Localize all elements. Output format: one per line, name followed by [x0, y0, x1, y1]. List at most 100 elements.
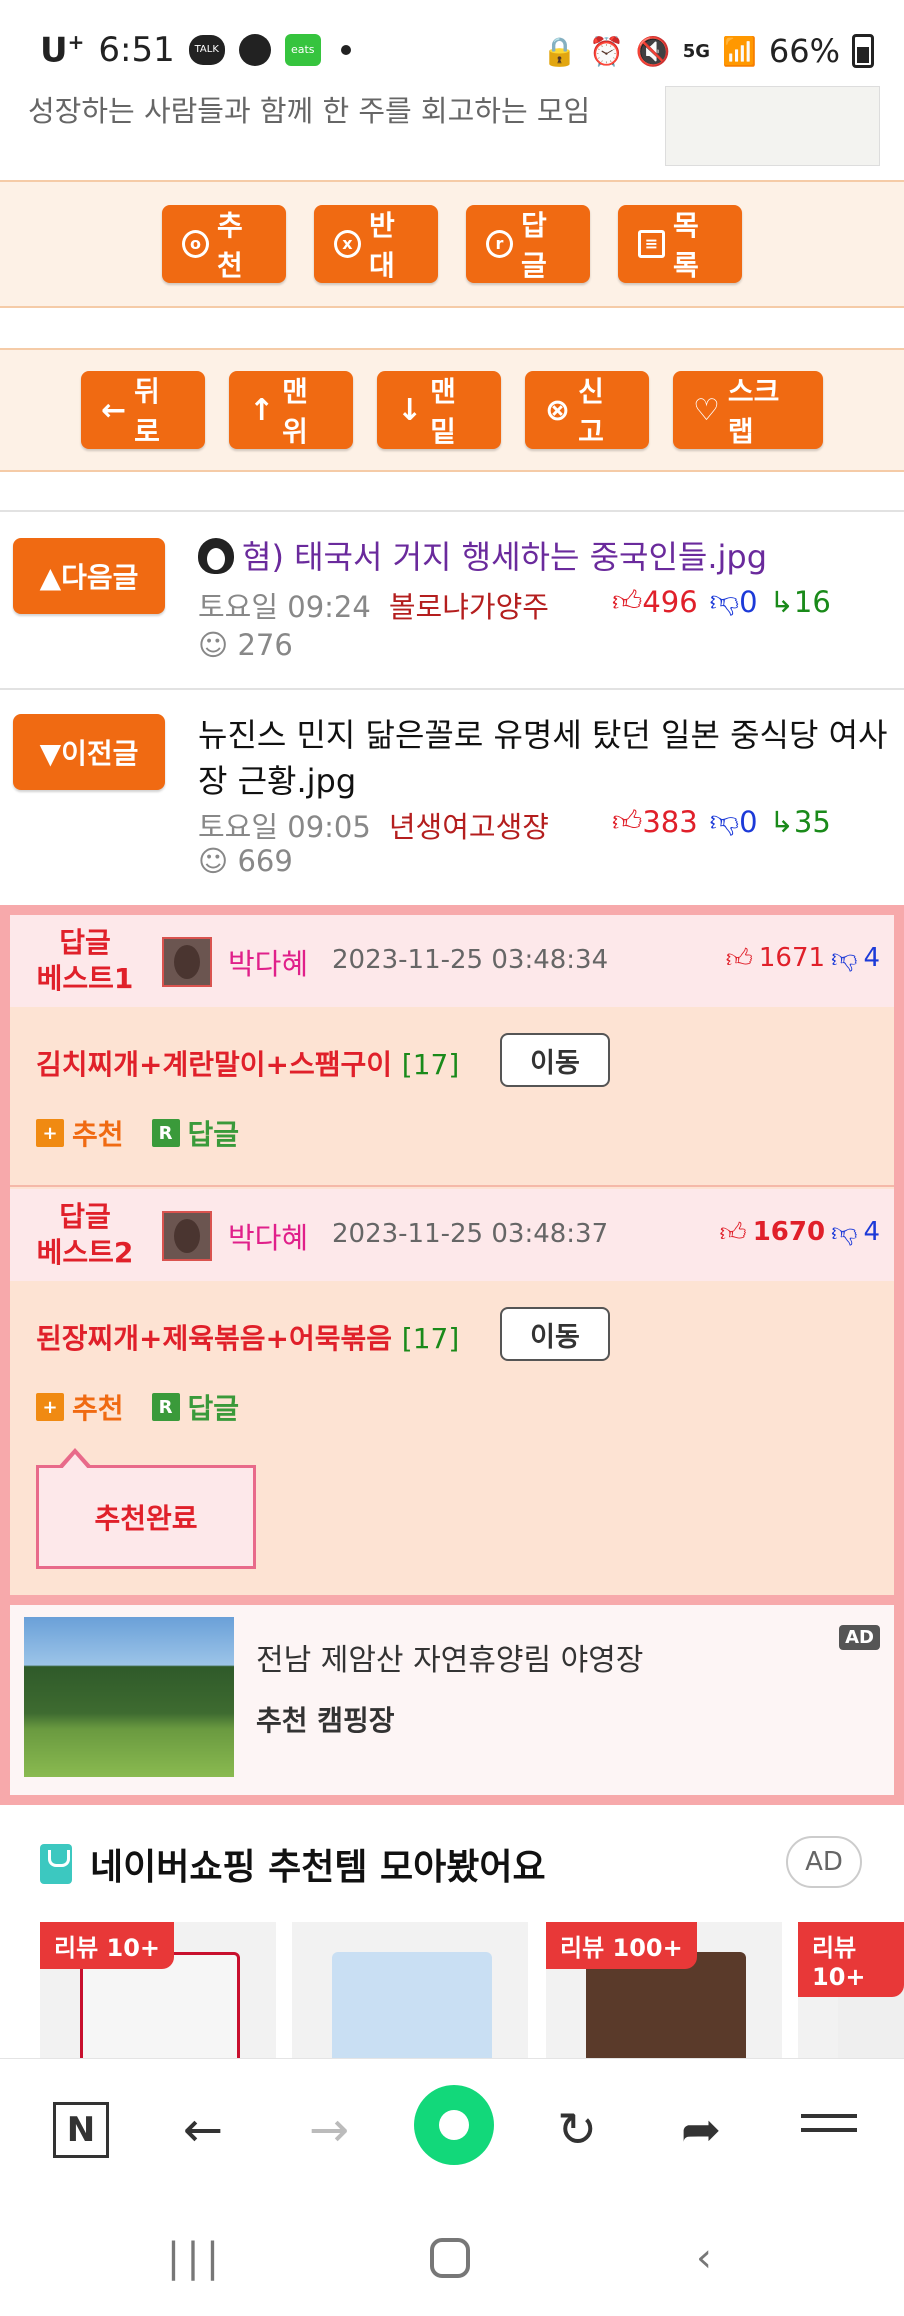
best-reply-1-count: [17] [401, 1048, 460, 1081]
best-label-line1: 답글 [59, 926, 111, 959]
best-reply-2-actions: + 추천 R 답글 [36, 1387, 239, 1427]
best-reply-2-upvotes: 1670 [752, 1217, 826, 1247]
prev-post-title[interactable]: 뉴진스 민지 닮은꼴로 유명세 탔던 일본 중식당 여사장 근황.jpg [198, 712, 888, 804]
views-icon: ☺ [198, 628, 238, 662]
ad-image[interactable] [24, 1617, 234, 1777]
best-reply-1-recommend[interactable]: + 추천 [36, 1113, 124, 1153]
recent-apps-icon: ||| [166, 2235, 226, 2281]
best-reply-1-author[interactable]: 박다혜 [228, 941, 308, 983]
best-reply-2-reply[interactable]: R 답글 [151, 1387, 239, 1427]
product-card[interactable]: 리뷰 100+ [546, 1922, 782, 2062]
reply-arrow-icon: ↳ [769, 584, 794, 619]
best-reply-1-reply[interactable]: R 답글 [151, 1113, 240, 1153]
product-card[interactable]: 리뷰 10+ [798, 1922, 904, 2062]
recommend-button[interactable]: o 추천 [162, 205, 286, 283]
app-notification-icon [238, 34, 271, 67]
browser-forward-button[interactable]: → [294, 2095, 364, 2165]
ad-card[interactable]: 전남 제암산 자연휴양림 야영장 추천 캠핑장 AD [0, 1595, 904, 1805]
recommend-done-tooltip: 추천완료 [36, 1448, 256, 1569]
best-reply-2-move-button[interactable]: 이동 [500, 1307, 610, 1361]
prev-post-author[interactable]: 년생여고생쟝 [389, 804, 549, 846]
oppose-icon: x [334, 230, 361, 258]
product-card[interactable]: 리뷰 10+ [40, 1922, 276, 2062]
recent-apps-button[interactable]: ||| [166, 2228, 226, 2288]
reply-r-icon: R [151, 1119, 180, 1147]
best-reply-2-votes: 👍︎ 1670 👎︎ 4 [720, 1217, 880, 1248]
prev-post-time: 토요일 09:05 [198, 810, 371, 844]
best-reply-2-author[interactable]: 박다혜 [228, 1215, 308, 1257]
thumbs-up-icon: 👍︎ [725, 944, 753, 974]
share-icon: ➦ [680, 2102, 722, 2158]
browser-share-button[interactable]: ➦ [666, 2095, 736, 2165]
product-card[interactable] [292, 1922, 528, 2062]
arrow-right-icon: → [308, 2102, 350, 2158]
naver-shopping-ad-label[interactable]: AD [786, 1836, 862, 1888]
browser-home-button[interactable] [414, 2085, 494, 2165]
reply-button[interactable]: r 답글 [466, 205, 590, 283]
vote-action-bar: o 추천 x 반대 r 답글 ≡ 목록 [0, 180, 904, 308]
arrow-left-icon: ← [101, 392, 127, 428]
android-back-button[interactable]: ‹ [674, 2228, 734, 2288]
ad-title[interactable]: 전남 제암산 자연휴양림 야영장 [256, 1635, 643, 1679]
reload-icon: ↻ [556, 2102, 598, 2158]
next-post-views: ☺ 276 [198, 628, 293, 662]
prev-post-replies: 35 [793, 804, 831, 839]
next-post-row: ▲다음글 혐) 태국서 거지 행세하는 중국인들.jpg 토요일 09:24 볼… [0, 510, 904, 686]
browser-back-button[interactable]: ← [168, 2095, 238, 2165]
thumbs-up-icon: 👍︎ [612, 804, 643, 838]
avatar[interactable] [162, 937, 212, 987]
reply-text: 답글 [187, 1118, 240, 1151]
naver-shopping-title: 네이버쇼핑 추천템 모아봤어요 [90, 1847, 546, 1888]
next-post-button[interactable]: ▲다음글 [13, 538, 165, 614]
best-reply-2-downvotes: 4 [863, 1217, 880, 1247]
thumbs-down-icon: 👎︎ [709, 804, 740, 838]
best-reply-2-date: 2023-11-25 03:48:37 [332, 1219, 609, 1249]
recommend-text: 추천 [72, 1392, 124, 1425]
best-reply-1-header: 답글 베스트1 박다혜 2023-11-25 03:48:34 👍︎ 1671 👎… [10, 915, 894, 1007]
next-post-title[interactable]: 혐) 태국서 거지 행세하는 중국인들.jpg [198, 534, 888, 580]
product-image [332, 1952, 492, 2062]
naver-tab-button[interactable]: N [46, 2095, 116, 2165]
thumbs-up-icon: 👍︎ [612, 584, 643, 618]
bottom-button[interactable]: ↓ 맨밑 [377, 371, 501, 449]
shopping-bag-icon [40, 1844, 72, 1884]
best-reply-1-move-button[interactable]: 이동 [500, 1033, 610, 1087]
recommend-icon: o [182, 230, 209, 258]
next-post-author[interactable]: 볼로냐가양주 [389, 584, 549, 626]
best-reply-2-recommend[interactable]: + 추천 [36, 1387, 124, 1427]
oppose-button[interactable]: x 반대 [314, 205, 438, 283]
next-post-downvotes: 0 [739, 584, 758, 619]
top-button[interactable]: ↑ 맨위 [229, 371, 353, 449]
product-badge: 리뷰 10+ [798, 1922, 904, 1997]
list-button[interactable]: ≡ 목록 [618, 205, 742, 283]
scrap-button[interactable]: ♡ 스크랩 [673, 371, 823, 449]
recommend-text: 추천 [72, 1118, 124, 1151]
best-reply-1-title: 김치찌개+계란말이+스팸구이 [17] [36, 1043, 459, 1083]
best-reply-2-title-text: 된장찌개+제육볶음+어묵볶음 [36, 1322, 393, 1355]
browser-menu-button[interactable] [794, 2095, 864, 2165]
report-icon: ⊗ [545, 392, 571, 428]
avatar[interactable] [162, 1211, 212, 1261]
best-reply-1-label: 답글 베스트1 [24, 925, 146, 997]
prev-post-row: ▼이전글 뉴진스 민지 닮은꼴로 유명세 탔던 일본 중식당 여사장 근황.jp… [0, 688, 904, 900]
signal-icon: 📶 [722, 34, 757, 68]
browser-reload-button[interactable]: ↻ [542, 2095, 612, 2165]
next-post-meta: 토요일 09:24 볼로냐가양주 [198, 584, 549, 626]
lock-icon: 🔒 [542, 34, 577, 68]
thumbs-down-icon: 👎︎ [709, 584, 740, 618]
best-reply-1: 답글 베스트1 박다혜 2023-11-25 03:48:34 👍︎ 1671 👎… [10, 915, 894, 1187]
board-banner-image [665, 86, 880, 166]
board-header: 성장하는 사람들과 함께 한 주를 회고하는 모임 [0, 80, 904, 180]
prev-post-views-count: 669 [237, 844, 293, 878]
more-notifications-icon [340, 45, 351, 56]
battery-icon [852, 34, 874, 68]
android-home-button[interactable] [420, 2228, 480, 2288]
back-button[interactable]: ← 뒤로 [81, 371, 205, 449]
prev-post-upvotes: 383 [642, 804, 698, 839]
best-reply-1-date: 2023-11-25 03:48:34 [332, 945, 609, 975]
prev-post-button[interactable]: ▼이전글 [13, 714, 165, 790]
thumbs-up-icon: 👍︎ [719, 1218, 747, 1248]
report-button[interactable]: ⊗ 신고 [525, 371, 649, 449]
android-nav-bar: ||| ‹ [0, 2198, 904, 2316]
reply-icon: r [486, 230, 513, 258]
